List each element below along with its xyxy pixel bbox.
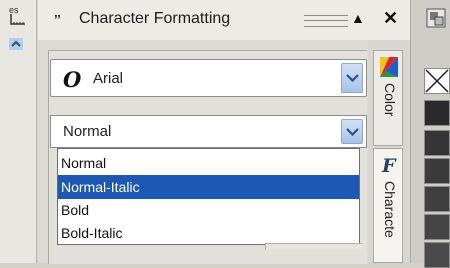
font-family-combo[interactable]: O Arial <box>50 59 367 97</box>
font-style-combo[interactable]: Normal <box>50 115 367 148</box>
no-fill-x-icon <box>425 69 449 93</box>
no-color-swatch[interactable] <box>424 68 450 94</box>
font-style-value: Normal <box>63 123 112 140</box>
scroll-up-icon[interactable] <box>9 38 23 50</box>
style-dropdown-button[interactable] <box>341 119 363 144</box>
color-swatch[interactable] <box>424 158 450 184</box>
style-option[interactable]: Normal <box>58 151 359 175</box>
color-swatch[interactable] <box>424 242 450 268</box>
font-type-icon: O <box>63 67 82 92</box>
docker-tabs: Color F Characte <box>368 40 410 263</box>
tab-character-label: Characte <box>382 181 398 238</box>
palette-options-icon[interactable] <box>426 8 446 28</box>
left-toolbar-strip: es <box>0 0 37 263</box>
docker-header: ’’ Character Formatting ▲ ✕ ✕ <box>38 0 439 40</box>
tab-color-label: Color <box>382 83 398 117</box>
tab-character[interactable]: F Characte <box>373 148 403 263</box>
style-option[interactable]: Bold <box>58 198 359 222</box>
panel-bottom-control <box>265 243 362 250</box>
style-option[interactable]: Normal-Italic <box>58 175 359 199</box>
collapse-icon[interactable]: ▲ <box>351 10 365 26</box>
font-dropdown-button[interactable] <box>341 63 363 93</box>
font-style-dropdown-list: Normal Normal-Italic Bold Bold-Italic <box>57 148 360 245</box>
ruler-icon[interactable] <box>9 14 25 26</box>
color-swatch[interactable] <box>424 130 450 156</box>
color-palette-icon <box>380 57 398 77</box>
docker-grip-icon[interactable]: ’’ <box>54 12 61 27</box>
font-family-value: Arial <box>93 70 124 87</box>
chevron-down-icon <box>346 127 359 136</box>
style-option[interactable]: Bold-Italic <box>58 221 359 245</box>
tab-color[interactable]: Color <box>373 50 403 146</box>
docker-drag-handle[interactable] <box>304 15 348 27</box>
color-swatch[interactable] <box>424 214 450 240</box>
color-palette-strip <box>410 0 450 268</box>
docker-title: Character Formatting <box>79 10 231 27</box>
color-swatch[interactable] <box>424 186 450 212</box>
character-f-icon: F <box>381 155 397 175</box>
close-docker-button[interactable]: ✕ <box>383 8 398 29</box>
color-swatch[interactable] <box>424 100 450 126</box>
svg-text:F: F <box>381 155 397 175</box>
chevron-down-icon <box>346 74 359 82</box>
